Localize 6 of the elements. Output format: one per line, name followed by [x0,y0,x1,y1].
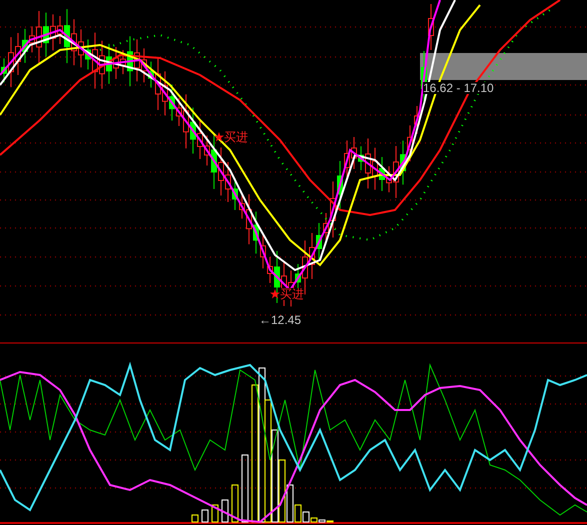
star-icon [270,289,280,299]
star-icon [214,132,224,142]
price-range-label: 16.62 - 17.10 [423,82,494,94]
buy-signal-label: 买进 [224,131,248,143]
low-price-label: ←12.45 [259,314,302,326]
buy-signal-label: 买进 [280,288,304,300]
